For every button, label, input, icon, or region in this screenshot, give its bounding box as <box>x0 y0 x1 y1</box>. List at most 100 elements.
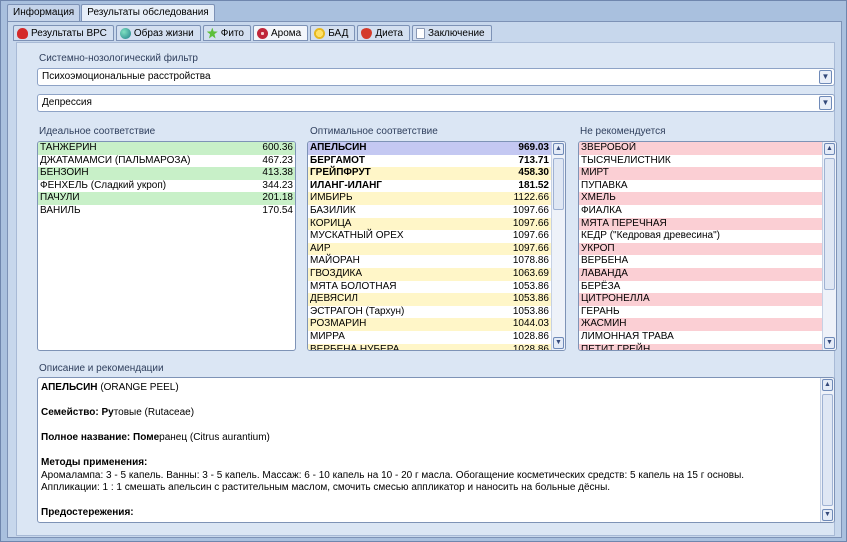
desc-methods-line1: Аромалампа: 3 - 5 капель. Ванны: 3 - 5 к… <box>41 469 745 481</box>
optimal-label: Оптимальное соответствие <box>310 126 438 137</box>
filter-value-condition: Депрессия <box>42 97 92 108</box>
item-name: ДЖАТАМАМСИ (ПАЛЬМАРОЗА) <box>40 154 191 166</box>
list-item[interactable]: ГВОЗДИКА 1063.69 <box>308 267 551 281</box>
list-item[interactable]: ТАНЖЕРИН 600.36 <box>38 142 295 155</box>
list-item[interactable]: ВАНИЛЬ 170.54 <box>38 205 295 218</box>
list-item[interactable]: ХМЕЛЬ <box>579 192 822 205</box>
item-name: АИР <box>310 242 331 254</box>
chevron-down-icon[interactable]: ▼ <box>819 96 832 110</box>
list-item[interactable]: ГРЕЙПФРУТ 458.30 <box>308 167 551 180</box>
item-name: МАЙОРАН <box>310 255 360 267</box>
list-item[interactable]: ФЕНХЕЛЬ (Сладкий укроп) 344.23 <box>38 180 295 193</box>
list-item[interactable]: УКРОП <box>579 242 822 256</box>
item-value: 1063.69 <box>512 267 549 279</box>
item-name: УКРОП <box>581 242 615 254</box>
list-item[interactable]: ЛАВАНДА <box>579 267 822 281</box>
not-recommended-scrollbar[interactable]: ▲ ▼ <box>822 142 836 350</box>
desc-family-rest: товые (Rutaceae) <box>113 407 195 418</box>
item-value: 1097.66 <box>512 217 549 229</box>
scroll-thumb[interactable] <box>822 394 833 506</box>
scroll-down-icon[interactable]: ▼ <box>822 509 833 521</box>
item-value: 413.38 <box>262 167 293 179</box>
list-item[interactable]: ПАЧУЛИ 201.18 <box>38 192 295 205</box>
tab-info[interactable]: Информация <box>7 4 81 21</box>
list-item[interactable]: ЖАСМИН <box>579 318 822 331</box>
tab-lifestyle[interactable]: Образ жизни <box>115 25 201 41</box>
tab-supplements[interactable]: БАД <box>310 25 356 41</box>
desc-fullname-bold: Поме <box>133 432 160 443</box>
description-box[interactable]: АПЕЛЬСИН (ORANGE PEEL) Семейство: Рутовы… <box>37 377 835 523</box>
list-item[interactable]: ЛИМОННАЯ ТРАВА <box>579 331 822 344</box>
ideal-list[interactable]: ТАНЖЕРИН 600.36 ДЖАТАМАМСИ (ПАЛЬМАРОЗА) 467… <box>37 141 296 351</box>
list-item[interactable]: ФИАЛКА <box>579 205 822 218</box>
list-item[interactable]: ЭСТРАГОН (Тархун) 1053.86 <box>308 306 551 319</box>
desc-title-rest: (ORANGE PEEL) <box>97 382 179 393</box>
tab-diet[interactable]: Диета <box>357 25 410 41</box>
desc-family-bold: Ру <box>101 407 114 418</box>
list-item[interactable]: МАЙОРАН 1078.86 <box>308 255 551 268</box>
item-name: ГВОЗДИКА <box>310 267 363 279</box>
list-item[interactable]: МЯТА БОЛОТНАЯ 1053.86 <box>308 281 551 294</box>
tab-label: Результаты ВРС <box>31 27 107 39</box>
not-recommended-label: Не рекомендуется <box>580 126 666 137</box>
list-item[interactable]: АИР 1097.66 <box>308 242 551 256</box>
item-name: ВЕРБЕНА <box>581 255 629 267</box>
list-item[interactable]: МИРТ <box>579 167 822 180</box>
list-item[interactable]: МЯТА ПЕРЕЧНАЯ <box>579 217 822 231</box>
tab-conclusion[interactable]: Заключение <box>411 25 492 41</box>
item-value: 170.54 <box>262 204 293 216</box>
list-item[interactable]: ВЕРБЕНА НУБЕРА 1028.86 <box>308 343 551 350</box>
item-name: ЗВЕРОБОЙ <box>581 142 637 153</box>
description-label: Описание и рекомендации <box>39 363 164 374</box>
scroll-thumb[interactable] <box>824 158 835 290</box>
list-item[interactable]: БЕРЁЗА <box>579 281 822 294</box>
tab-vrs-results[interactable]: Результаты ВРС <box>13 25 114 41</box>
list-item[interactable]: КОРИЦА 1097.66 <box>308 217 551 231</box>
scroll-thumb[interactable] <box>553 158 564 210</box>
list-item[interactable]: ПУПАВКА <box>579 180 822 193</box>
tab-label: БАД <box>328 27 349 39</box>
scroll-down-icon[interactable]: ▼ <box>824 337 835 349</box>
tab-results[interactable]: Результаты обследования <box>81 4 215 22</box>
list-item[interactable]: БЕНЗОИН 413.38 <box>38 167 295 180</box>
item-name: КЕДР ("Кедровая древесина") <box>581 230 720 242</box>
list-item[interactable]: МИРРА 1028.86 <box>308 331 551 344</box>
item-name: МЯТА ПЕРЕЧНАЯ <box>581 217 667 229</box>
filter-select-category[interactable]: Психоэмоциональные расстройства ▼ <box>37 68 835 86</box>
list-item[interactable]: ТЫСЯЧЕЛИСТНИК <box>579 155 822 168</box>
list-item[interactable]: ИМБИРЬ 1122.66 <box>308 192 551 205</box>
list-item[interactable]: ЗВЕРОБОЙ <box>579 142 822 155</box>
item-name: ДЕВЯСИЛ <box>310 293 358 305</box>
scroll-up-icon[interactable]: ▲ <box>824 143 835 155</box>
desc-fullname-rest: ранец (Citrus aurantium) <box>159 432 270 443</box>
tab-aroma[interactable]: Арома <box>252 25 309 41</box>
item-value: 1044.03 <box>512 318 549 330</box>
list-item[interactable]: БАЗИЛИК 1097.66 <box>308 205 551 218</box>
item-name: ЛИМОННАЯ ТРАВА <box>581 330 674 342</box>
sun-icon <box>314 27 326 39</box>
optimal-list[interactable]: АПЕЛЬСИН 969.03 БЕРГАМОТ 713.71 ГРЕЙПФРУТ 458… <box>307 141 566 351</box>
list-item[interactable]: ДЖАТАМАМСИ (ПАЛЬМАРОЗА) 467.23 <box>38 155 295 168</box>
list-item[interactable]: ПЕТИТ ГРЕЙН <box>579 343 822 350</box>
scroll-up-icon[interactable]: ▲ <box>822 379 833 391</box>
list-item[interactable]: ВЕРБЕНА <box>579 255 822 268</box>
list-item[interactable]: РОЗМАРИН 1044.03 <box>308 318 551 331</box>
list-item[interactable]: ЦИТРОНЕЛЛА <box>579 293 822 306</box>
scroll-down-icon[interactable]: ▼ <box>553 337 564 349</box>
chevron-down-icon[interactable]: ▼ <box>819 70 832 84</box>
not-recommended-list[interactable]: ЗВЕРОБОЙ ТЫСЯЧЕЛИСТНИК МИРТ ПУПАВКА ХМЕЛЬ ФИА… <box>578 141 837 351</box>
list-item[interactable]: ГЕРАНЬ <box>579 306 822 319</box>
list-item[interactable]: КЕДР ("Кедровая древесина") <box>579 230 822 243</box>
tab-phyto[interactable]: Фито <box>202 25 251 41</box>
filter-select-condition[interactable]: Депрессия ▼ <box>37 94 835 112</box>
optimal-scrollbar[interactable]: ▲ ▼ <box>551 142 565 350</box>
list-item[interactable]: ИЛАНГ-ИЛАНГ 181.52 <box>308 180 551 193</box>
tab-label: Образ жизни <box>133 27 194 39</box>
list-item[interactable]: АПЕЛЬСИН 969.03 <box>308 142 551 155</box>
list-item[interactable]: ДЕВЯСИЛ 1053.86 <box>308 293 551 306</box>
description-scrollbar[interactable]: ▲ ▼ <box>820 378 834 522</box>
list-item[interactable]: БЕРГАМОТ 713.71 <box>308 155 551 168</box>
tab-label: Заключение <box>427 27 485 39</box>
list-item[interactable]: МУСКАТНЫЙ ОРЕХ 1097.66 <box>308 230 551 243</box>
scroll-up-icon[interactable]: ▲ <box>553 143 564 155</box>
